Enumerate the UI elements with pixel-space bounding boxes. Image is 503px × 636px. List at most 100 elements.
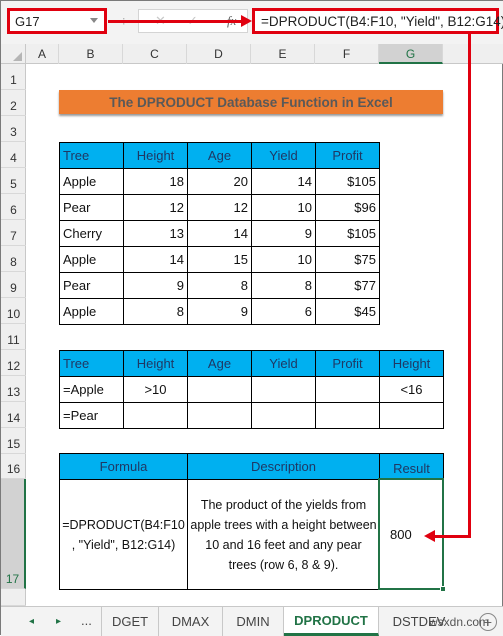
fill-handle[interactable] [440,586,446,592]
cell[interactable]: 8 [187,272,252,299]
cell[interactable] [187,402,252,429]
row-header[interactable]: 16 [1,454,26,479]
cell[interactable] [123,402,188,429]
table-header[interactable]: Age [187,350,252,377]
column-header-a[interactable]: A [26,44,59,64]
row-header[interactable]: 15 [1,428,26,454]
row-header[interactable]: 9 [1,272,26,298]
cell[interactable] [379,402,444,429]
cell[interactable]: $96 [315,194,380,221]
cell[interactable]: >10 [123,376,188,403]
table-header[interactable]: Age [187,142,252,169]
row-header[interactable]: 12 [1,350,26,376]
cell[interactable]: $105 [315,168,380,195]
cell[interactable]: Pear [59,272,124,299]
table-row: =Apple >10 <16 [59,376,444,403]
cell[interactable]: Pear [59,194,124,221]
cell[interactable]: 14 [123,246,188,273]
chevron-down-icon[interactable] [90,18,98,23]
cell[interactable]: 20 [187,168,252,195]
tab-dmax[interactable]: DMAX [159,607,223,636]
cell[interactable]: 18 [123,168,188,195]
row-headers: 1 2 3 4 5 6 7 8 9 10 11 12 13 14 15 16 1… [1,64,26,606]
more-tabs-button[interactable]: ... [81,613,92,628]
row-header[interactable]: 3 [1,116,26,142]
tab-dget[interactable]: DGET [101,607,159,636]
cell[interactable]: Cherry [59,220,124,247]
cell[interactable] [315,376,380,403]
row-header[interactable]: 4 [1,142,26,168]
row-header[interactable]: 5 [1,168,26,194]
table-header[interactable]: Formula [59,453,188,480]
row-header[interactable]: 17 [1,479,26,589]
table-header[interactable]: Tree [59,350,124,377]
cell[interactable]: 12 [123,194,188,221]
cell[interactable]: Apple [59,246,124,273]
cell[interactable]: 10 [251,194,316,221]
column-header-d[interactable]: D [187,44,251,64]
cell[interactable]: 8 [123,298,188,325]
table-header[interactable]: Height [379,350,444,377]
row-header[interactable]: 11 [1,324,26,350]
cell[interactable] [251,402,316,429]
name-box[interactable]: G17 [7,8,107,34]
cell[interactable] [251,376,316,403]
table-header[interactable]: Height [123,142,188,169]
table-header[interactable]: Yield [251,350,316,377]
cell[interactable]: 6 [251,298,316,325]
cell[interactable]: 15 [187,246,252,273]
cell[interactable]: 14 [187,220,252,247]
column-header-f[interactable]: F [315,44,379,64]
formula-cell[interactable]: =DPRODUCT(B4:F10 , "Yield", B12:G14) [59,479,188,590]
row-header[interactable]: 13 [1,376,26,402]
description-cell[interactable]: The product of the yields from apple tre… [187,479,380,590]
column-header-c[interactable]: C [123,44,187,64]
table-header[interactable]: Result [379,453,444,480]
annotation-arrow-line [468,34,471,538]
scroll-tabs-left-icon[interactable]: ◂ [29,616,34,627]
tab-dproduct[interactable]: DPRODUCT [284,607,379,636]
cell[interactable]: $75 [315,246,380,273]
cell[interactable]: 9 [251,220,316,247]
row-header[interactable]: 6 [1,194,26,220]
cell[interactable]: Apple [59,168,124,195]
formula-input[interactable]: =DPRODUCT(B4:F10, "Yield", B12:G14) [252,8,503,34]
cell[interactable]: $105 [315,220,380,247]
cell[interactable]: Apple [59,298,124,325]
cell[interactable]: 10 [251,246,316,273]
cell[interactable]: 12 [187,194,252,221]
cell[interactable]: $45 [315,298,380,325]
cell[interactable]: <16 [379,376,444,403]
table-header[interactable]: Description [187,453,380,480]
row-header[interactable]: 14 [1,402,26,428]
row-header[interactable]: 1 [1,64,26,90]
cell[interactable]: =Apple [59,376,124,403]
cell[interactable] [315,402,380,429]
row-header[interactable]: 8 [1,246,26,272]
formula-text-line1: =DPRODUCT(B4:F10 [62,517,185,532]
cell[interactable]: $77 [315,272,380,299]
cell[interactable] [187,376,252,403]
table-header[interactable]: Height [123,350,188,377]
column-header-b[interactable]: B [59,44,123,64]
table-header[interactable]: Tree [59,142,124,169]
cell[interactable]: 8 [251,272,316,299]
column-header-e[interactable]: E [251,44,315,64]
column-header-g[interactable]: G [379,44,443,64]
row-header[interactable]: 7 [1,220,26,246]
cell[interactable]: 9 [187,298,252,325]
tab-dmin[interactable]: DMIN [223,607,284,636]
row-header[interactable] [1,589,26,606]
cell[interactable]: =Pear [59,402,124,429]
table-header[interactable]: Profit [315,350,380,377]
cell[interactable]: 14 [251,168,316,195]
cell[interactable]: 13 [123,220,188,247]
select-all-button[interactable] [1,44,26,64]
row-header[interactable]: 2 [1,90,26,116]
table-header[interactable]: Profit [315,142,380,169]
database-table: Tree Height Age Yield Profit Apple 18 20… [59,142,380,325]
table-header[interactable]: Yield [251,142,316,169]
row-header[interactable]: 10 [1,298,26,324]
scroll-tabs-right-icon[interactable]: ▸ [56,616,61,627]
cell[interactable]: 9 [123,272,188,299]
